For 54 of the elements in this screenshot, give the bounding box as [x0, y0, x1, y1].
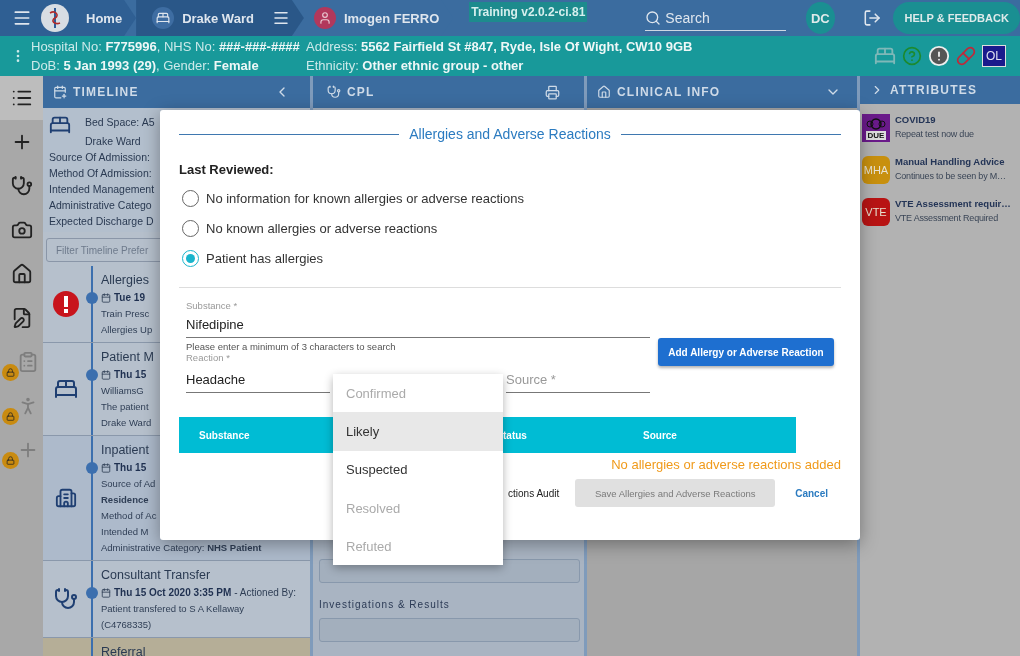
entry-title: Inpatient: [101, 442, 149, 459]
entry-text: The patient: [101, 400, 149, 414]
entry-text: (C4768335): [101, 618, 152, 632]
pane-title: TIMELINE: [73, 85, 139, 99]
pane-title: ATTRIBUTES: [890, 83, 978, 97]
attribute-detail: VTE Assessment Required: [895, 213, 999, 223]
reviewed-label: Last Reviewed:: [179, 162, 275, 177]
column-header: Substance: [198, 429, 251, 441]
admission-detail: Intended Management: [49, 182, 155, 197]
entry-date: Thu 15: [101, 460, 147, 476]
section-label: Investigations & Results: [319, 598, 451, 612]
patient-detail: Address: 5562 Fairfield St #847, Ryde, Isle Of Wight, CW10 9GB: [306, 39, 694, 54]
entry-text: Allergies Up: [101, 323, 153, 337]
admission-detail: Expected Discharge D: [49, 214, 154, 229]
entry-text: Source of Ad: [101, 477, 156, 491]
entry-date: Thu 15: [101, 367, 147, 383]
entry-title: Consultant Transfer: [101, 567, 211, 584]
column-header: Source: [642, 429, 678, 441]
entry-text: Train Presc: [101, 307, 150, 321]
attribute-title: VTE Assessment requir…: [895, 198, 1011, 209]
entry-text: WilliamsG: [101, 384, 144, 398]
admission-detail: Method Of Admission:: [49, 166, 152, 181]
entry-date: Thu 15 Oct 2020 3:35 PM - Actioned By:: [101, 585, 296, 601]
entry-text: Drake Ward: [101, 416, 152, 430]
helper-text: Please enter a minimum of 3 characters to search: [186, 341, 397, 352]
column-header: tatus: [503, 429, 528, 441]
build-badge: Training v2.0.2-ci.81: [469, 2, 588, 22]
entry-text: Intended M: [101, 525, 149, 539]
attribute-detail: Continues to be seen by M…: [895, 171, 1006, 181]
patient-detail: DoB: 5 Jan 1993 (29), Gender: Female: [31, 58, 260, 73]
entry-text: Administrative Category: NHS Patient: [101, 541, 262, 555]
attribute-detail: Repeat test now due: [895, 129, 974, 139]
admission-detail: Source Of Admission:: [49, 150, 150, 165]
entry-text: Patient transfered to S A Kellaway: [101, 602, 245, 616]
admission-detail: Administrative Catego: [49, 198, 152, 213]
entry-title: Allergies: [101, 272, 149, 289]
entry-title: Patient M: [101, 349, 154, 366]
bed-detail: Drake Ward: [85, 134, 142, 149]
attribute-badge: MHA: [862, 156, 890, 184]
attribute-title: Manual Handling Advice: [895, 156, 1006, 167]
entry-text: Residence: [101, 493, 149, 507]
bed-detail: Bed Space: A5: [85, 115, 155, 130]
pane-title: CLINICAL INFO: [617, 85, 721, 99]
attribute-badge: VTE: [862, 198, 890, 226]
attribute-title: COVID19: [895, 114, 937, 125]
attribute-badge: DUE: [862, 114, 890, 142]
empty-message: No allergies or adverse reactions added: [611, 457, 841, 472]
patient-detail: Ethnicity: Other ethnic group - other: [306, 58, 525, 73]
patient-detail: Hospital No: F775996, NHS No: ###-###-####: [31, 39, 301, 54]
entry-text: Method of Ac: [101, 509, 157, 523]
entry-title: Referral: [101, 644, 146, 656]
dialog-title: Allergies and Adverse Reactions: [409, 126, 611, 142]
pane-title: CPL: [347, 85, 375, 99]
entry-date: Tue 19: [101, 290, 145, 306]
